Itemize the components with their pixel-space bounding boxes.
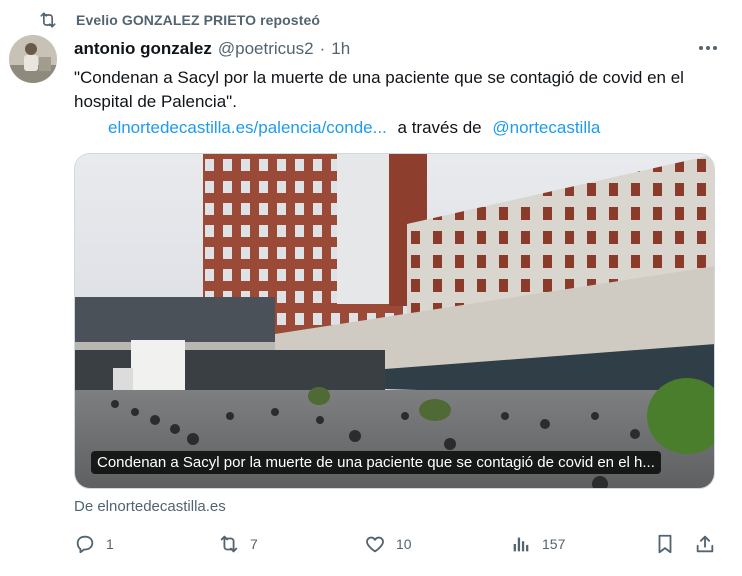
tweet-text: "Condenan a Sacyl por la muerte de una p…	[74, 68, 684, 111]
bookmark-button[interactable]	[654, 532, 676, 556]
link-card-image[interactable]: Condenan a Sacyl por la muerte de una pa…	[74, 153, 715, 489]
repost-button[interactable]: 7	[218, 532, 258, 556]
heart-icon	[366, 536, 384, 553]
hospital-photo	[75, 154, 714, 488]
timestamp[interactable]: 1h	[331, 39, 350, 59]
avatar[interactable]	[9, 35, 57, 83]
card-source[interactable]: De elnortedecastilla.es	[74, 498, 226, 515]
separator-dot: ·	[319, 39, 326, 58]
author-row: antonio gonzalez @poetricus2 · 1h	[74, 38, 350, 60]
link-row: elnortedecastilla.es/palencia/conde... a…	[108, 116, 600, 140]
author-name[interactable]: antonio gonzalez	[74, 39, 212, 59]
like-count: 10	[396, 536, 412, 552]
views-icon	[513, 537, 529, 552]
author-handle[interactable]: @poetricus2	[218, 39, 314, 59]
via-handle-link[interactable]: @nortecastilla	[492, 118, 600, 137]
share-button[interactable]	[694, 532, 716, 556]
article-link[interactable]: elnortedecastilla.es/palencia/conde...	[108, 118, 387, 137]
reply-icon	[76, 535, 94, 554]
like-button[interactable]: 10	[364, 532, 412, 556]
more-options-button[interactable]	[696, 38, 720, 58]
via-text: a través de	[397, 118, 482, 137]
reply-count: 1	[106, 536, 114, 552]
repost-action-icon	[220, 535, 238, 553]
repost-count: 7	[250, 536, 258, 552]
card-caption: Condenan a Sacyl por la muerte de una pa…	[91, 451, 661, 474]
tweet-actions: 1 7 10 157	[74, 532, 714, 556]
share-icon	[696, 535, 714, 553]
views-button[interactable]: 157	[510, 532, 565, 556]
repost-icon	[38, 10, 58, 30]
repost-label[interactable]: Evelio GONZALEZ PRIETO reposteó	[76, 12, 320, 28]
views-count: 157	[542, 536, 566, 552]
more-icon	[699, 46, 717, 50]
reply-button[interactable]: 1	[74, 532, 114, 556]
repost-header: Evelio GONZALEZ PRIETO reposteó	[38, 10, 320, 30]
bookmark-icon	[658, 534, 672, 554]
